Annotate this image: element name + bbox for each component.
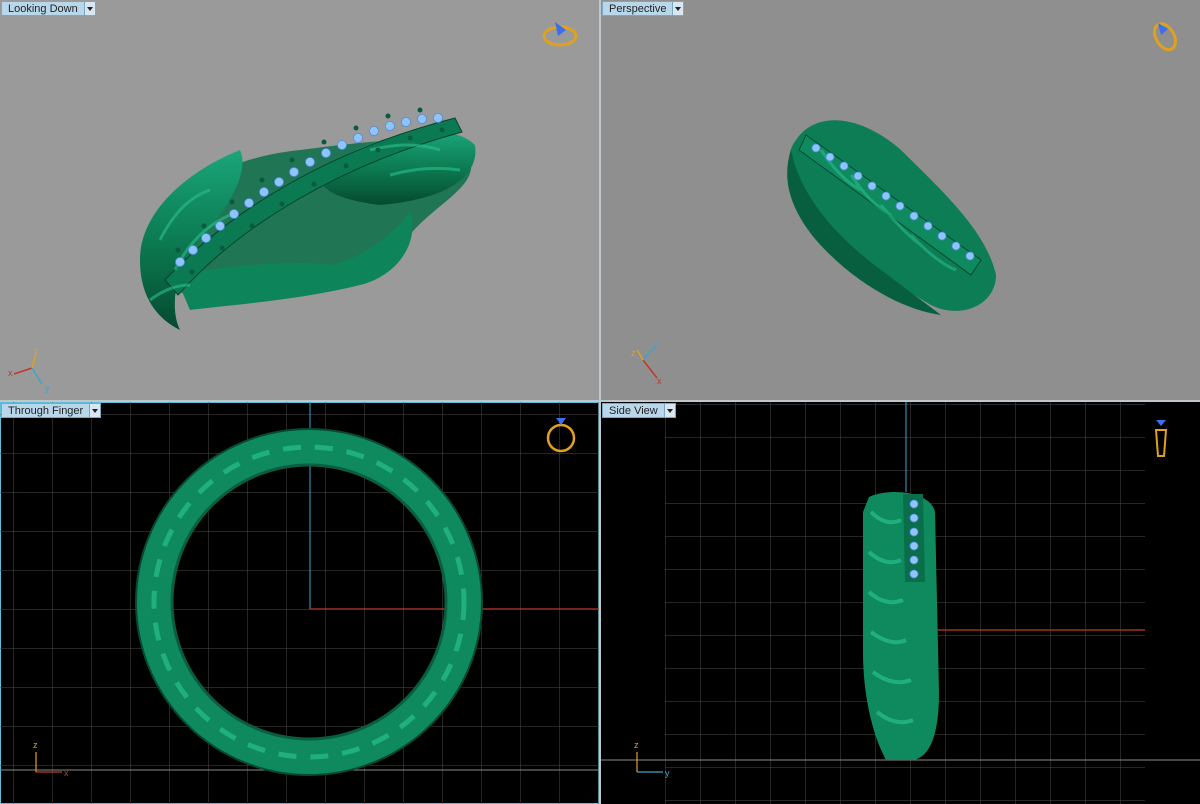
axis-label-z: z bbox=[33, 740, 38, 750]
axis-label-y: y bbox=[665, 768, 670, 778]
axis-label-z: z bbox=[631, 348, 636, 358]
ring-3d-view: x y z bbox=[8, 22, 578, 393]
ring-front-view: x z bbox=[0, 402, 599, 804]
axis-triad bbox=[636, 347, 658, 379]
ring-side-view: y z bbox=[601, 402, 1200, 804]
axis-label-x: x bbox=[8, 368, 13, 378]
ring-view-icon[interactable] bbox=[1150, 20, 1180, 53]
ring-model bbox=[863, 492, 939, 760]
ring-3d-view: x y z bbox=[631, 20, 1180, 386]
viewport-through-finger[interactable]: Through Finger x z bbox=[0, 402, 599, 804]
viewport-title: Through Finger bbox=[1, 403, 91, 418]
axis-triad bbox=[13, 353, 43, 385]
ring-model bbox=[140, 107, 476, 330]
viewport-splitter-horizontal[interactable] bbox=[0, 400, 1200, 402]
ring-view-icon[interactable] bbox=[542, 22, 578, 47]
axis-label-z: z bbox=[634, 740, 639, 750]
viewport-title: Side View bbox=[602, 403, 665, 418]
viewport-title: Perspective bbox=[602, 1, 674, 16]
viewport-side-view[interactable]: Side View y z bbox=[601, 402, 1200, 804]
viewport-label-perspective[interactable]: Perspective bbox=[602, 1, 685, 16]
axis-label-x: x bbox=[64, 768, 69, 778]
chevron-down-icon[interactable] bbox=[84, 1, 96, 16]
viewport-grid: Looking Down x y z Perspective x y z Thr… bbox=[0, 0, 1200, 804]
ring-model bbox=[787, 120, 996, 315]
axis-label-y: y bbox=[653, 340, 658, 350]
viewport-perspective[interactable]: Perspective x y z bbox=[601, 0, 1200, 400]
viewport-title: Looking Down bbox=[1, 1, 85, 16]
axis-label-x: x bbox=[657, 376, 662, 386]
chevron-down-icon[interactable] bbox=[673, 1, 685, 16]
viewport-label-side-view[interactable]: Side View bbox=[602, 403, 676, 418]
ring-view-icon[interactable] bbox=[1154, 420, 1168, 457]
viewport-splitter-vertical[interactable] bbox=[599, 0, 601, 804]
viewport-looking-down[interactable]: Looking Down x y z bbox=[0, 0, 599, 400]
chevron-down-icon[interactable] bbox=[90, 403, 102, 418]
axis-label-y: y bbox=[45, 383, 50, 393]
viewport-label-through-finger[interactable]: Through Finger bbox=[1, 403, 102, 418]
axis-label-z: z bbox=[34, 346, 39, 356]
axis-triad bbox=[636, 752, 663, 773]
viewport-label-looking-down[interactable]: Looking Down bbox=[1, 1, 96, 16]
chevron-down-icon[interactable] bbox=[664, 403, 676, 418]
